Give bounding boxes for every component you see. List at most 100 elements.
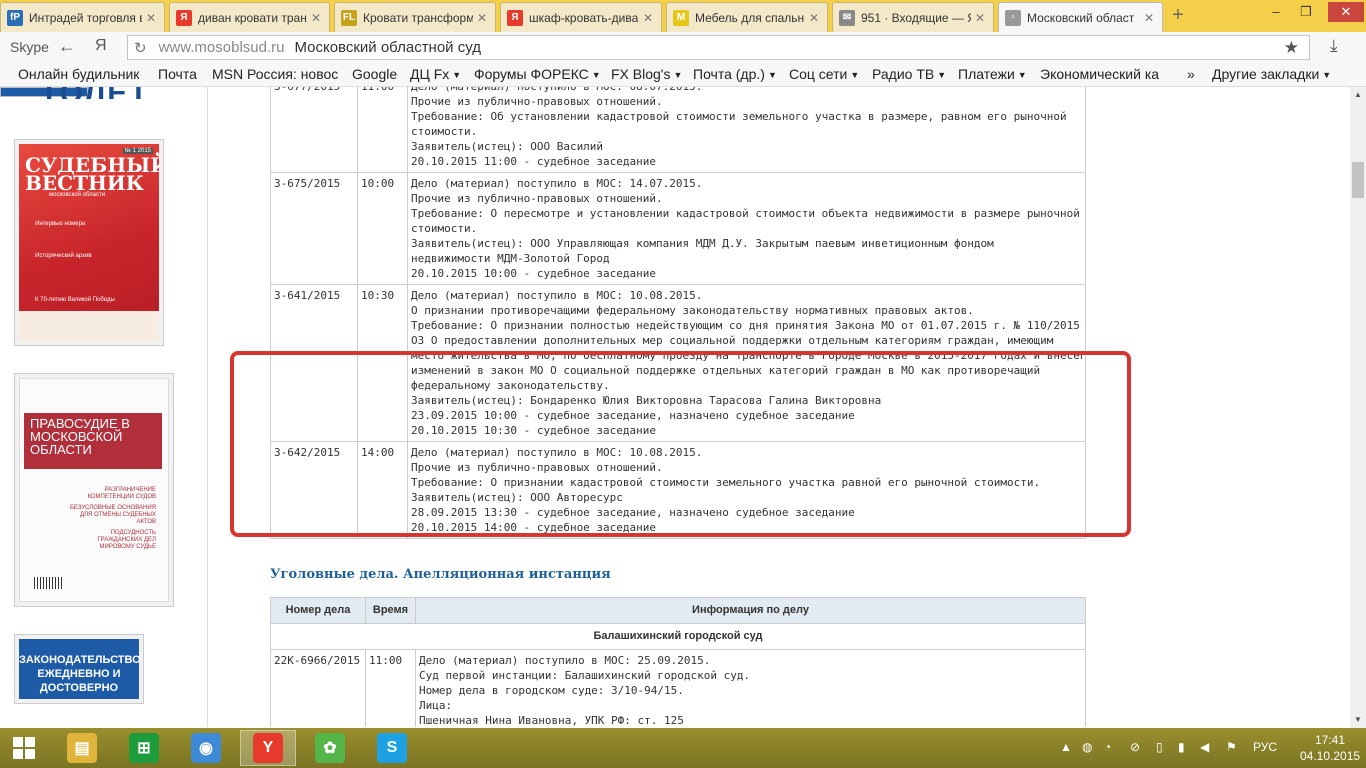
browser-globe-icon: ◉ (191, 733, 221, 763)
close-window-button[interactable]: ✕ (1328, 2, 1364, 22)
banner-sudebny-vestnik[interactable]: № 1 2015 СУДЕБНЫЙ ВЕСТНИК московской обл… (14, 139, 164, 346)
bookmark-item[interactable]: Онлайн будильник (18, 66, 139, 82)
case-number[interactable]: 22К-6966/2015 (270, 649, 366, 727)
case-info: Дело (материал) поступило в МОС: 08.07.2… (407, 87, 1086, 173)
case-info-line: 28.09.2015 13:30 - судебное заседание, н… (411, 506, 855, 519)
bookmark-item[interactable]: FX Blog's ▼ (611, 66, 682, 82)
store-icon: ⊞ (129, 733, 159, 763)
taskbar-app[interactable]: Y (240, 730, 296, 766)
bookmark-label: FX Blog's (611, 66, 671, 82)
case-info-line: Требование: О признании кадастровой стои… (411, 476, 1041, 489)
bookmark-label: Форумы ФОРЕКС (474, 66, 589, 82)
case-info-line: 20.10.2015 11:00 - судебное заседание (411, 155, 657, 168)
browser-tab[interactable]: FL Кровати трансформе ✕ (334, 2, 496, 32)
battery-icon[interactable]: ▯ (1156, 740, 1163, 754)
bookmark-item[interactable]: Платежи ▼ (958, 66, 1027, 82)
start-button[interactable] (0, 728, 48, 768)
tray-browser-icon[interactable]: ◔ (1104, 740, 1111, 754)
bookmark-item[interactable]: MSN Россия: новос (212, 66, 338, 82)
scroll-thumb[interactable] (1352, 162, 1364, 198)
url-field[interactable]: ↻ www.mosoblsud.ru Московский областной … (127, 35, 1310, 60)
network-icon[interactable]: ▮ (1178, 740, 1185, 754)
bookmark-item[interactable]: Соц сети ▼ (789, 66, 859, 82)
bookmark-star-icon[interactable]: ★ (1284, 38, 1299, 58)
banner-pravosudie[interactable]: ПРАВОСУДИЕ В МОСКОВСКОЙ ОБЛАСТИ РАЗГРАНИ… (14, 373, 174, 607)
skype-label[interactable]: Skype (10, 39, 49, 55)
taskbar-app[interactable]: ▤ (54, 730, 110, 766)
column-header: Время (365, 597, 416, 624)
maximize-button[interactable]: ❐ (1292, 2, 1320, 22)
language-indicator[interactable]: РУС (1253, 740, 1277, 754)
taskbar-app[interactable]: ◉ (178, 730, 234, 766)
bookmark-item[interactable]: Форумы ФОРЕКС ▼ (474, 66, 601, 82)
logo-fragment: ТОЛЕТ (40, 87, 170, 99)
case-number[interactable]: 3-641/2015 (270, 284, 358, 442)
bookmark-item[interactable]: Почта (др.) ▼ (693, 66, 777, 82)
scroll-up-icon[interactable]: ▲ (1350, 87, 1366, 103)
case-info-line: Пшеничная Нина Ивановна, УПК РФ: ст. 125 (419, 714, 684, 727)
case-info-line: Прочие из публично-правовых отношений. (411, 192, 663, 205)
dropdown-caret-icon: ▼ (937, 70, 947, 81)
flag-icon[interactable]: ⚑ (1226, 740, 1237, 754)
taskbar-app[interactable]: ✿ (302, 730, 358, 766)
tab-close-icon[interactable]: ✕ (975, 11, 987, 25)
volume-icon[interactable]: ◀ (1200, 740, 1209, 754)
bookmark-item[interactable]: Почта (158, 66, 197, 82)
tab-close-icon[interactable]: ✕ (477, 11, 489, 25)
browser-tab[interactable]: M Мебель для спальни ✕ (666, 2, 828, 32)
case-number[interactable]: 3-642/2015 (270, 441, 358, 539)
new-tab-button[interactable]: + (1166, 4, 1190, 28)
tray-blocked-icon[interactable]: ⊘ (1130, 740, 1140, 754)
tab-title: Кровати трансформе (363, 10, 473, 25)
tray-arrow-icon[interactable]: ▲ (1060, 740, 1072, 754)
back-button[interactable]: ← (58, 36, 76, 57)
browser-tab[interactable]: Яшкаф-кровать-диван ✕ (500, 2, 662, 32)
civil-cases-table: 3-677/201511:00Дело (материал) поступило… (270, 87, 1086, 539)
other-bookmarks[interactable]: Другие закладки ▼ (1212, 66, 1331, 82)
case-info-line: недвижимости МДМ-Золотой Город (411, 252, 610, 265)
banner-zakonodatelstvo[interactable]: ЗАКОНОДАТЕЛЬСТВО ЕЖЕДНЕВНО И ДОСТОВЕРНО (14, 634, 144, 704)
dropdown-caret-icon: ▼ (1017, 70, 1027, 81)
yandex-browser-icon: Y (253, 733, 283, 763)
url-page-title: Московский областной суд (294, 39, 481, 56)
case-info-line: Дело (материал) поступило в МОС: 08.07.2… (411, 87, 1082, 94)
taskbar-app[interactable]: S (364, 730, 420, 766)
browser-tab[interactable]: ✉ 951 · Входящие — Ян ✕ (832, 2, 994, 32)
bookmark-item[interactable]: Радио ТВ ▼ (872, 66, 946, 82)
tab-close-icon[interactable]: ✕ (1144, 11, 1156, 25)
scroll-down-icon[interactable]: ▼ (1350, 712, 1366, 728)
case-info: Дело (материал) поступило в МОС: 10.08.2… (407, 284, 1086, 442)
fp-icon: fP (7, 9, 23, 26)
download-icon[interactable]: ⤓ (1330, 36, 1338, 56)
case-info: Дело (материал) поступило в МОС: 14.07.2… (407, 172, 1086, 285)
clock[interactable]: 17:41 04.10.2015 (1300, 732, 1360, 764)
yandex-button[interactable]: Я (95, 37, 107, 55)
skype-icon: S (377, 733, 407, 763)
tab-close-icon[interactable]: ✕ (146, 11, 158, 25)
tab-close-icon[interactable]: ✕ (311, 11, 323, 25)
tab-close-icon[interactable]: ✕ (643, 11, 655, 25)
reload-icon[interactable]: ↻ (134, 39, 147, 57)
minimize-button[interactable]: – (1262, 2, 1290, 22)
browser-tab[interactable]: fP Интрадей торговля в ✕ (0, 2, 165, 32)
yandex-icon: Я (507, 9, 523, 26)
bookmark-item[interactable]: Экономический ка (1040, 66, 1159, 82)
case-number[interactable]: 3-675/2015 (270, 172, 358, 285)
bookmarks-more-button[interactable]: » (1187, 66, 1195, 82)
table-row: 3-677/201511:00Дело (материал) поступило… (270, 87, 1086, 173)
browser-tab[interactable]: Ядиван кровати транс ✕ (169, 2, 330, 32)
dropdown-caret-icon: ▼ (1322, 70, 1332, 81)
icq-icon: ✿ (315, 733, 345, 763)
tab-close-icon[interactable]: ✕ (809, 11, 821, 25)
case-number[interactable]: 3-677/2015 (270, 87, 358, 173)
tab-title: Мебель для спальни (695, 10, 805, 25)
browser-tab[interactable]: ▫ Московский област ✕ (998, 2, 1163, 32)
vertical-scrollbar[interactable]: ▲ ▼ (1350, 87, 1366, 728)
case-info-line: Заявитель(истец): Бондаренко Юлия Виктор… (411, 394, 882, 407)
banner-subtitle: московской области (49, 192, 106, 198)
taskbar-app[interactable]: ⊞ (116, 730, 172, 766)
bookmark-label: MSN Россия: новос (212, 66, 339, 82)
bookmark-item[interactable]: Google (352, 66, 397, 82)
tray-app-icon[interactable]: ◍ (1082, 740, 1092, 754)
bookmark-item[interactable]: ДЦ Fx ▼ (410, 66, 461, 82)
